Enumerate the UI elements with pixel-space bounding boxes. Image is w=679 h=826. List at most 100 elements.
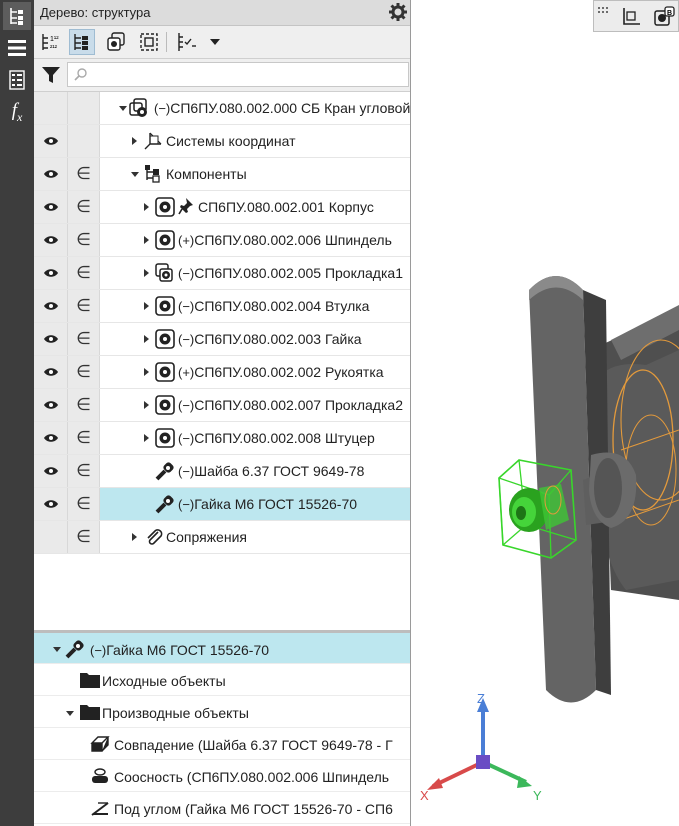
part-icon: [155, 296, 175, 319]
include-icon[interactable]: ∈: [68, 356, 100, 388]
expand-arrow-icon[interactable]: [132, 137, 137, 145]
tree-row-components[interactable]: ∈ Компоненты: [34, 158, 410, 191]
expand-arrow-icon[interactable]: [144, 302, 149, 310]
coincidence-mate-icon: [90, 735, 110, 756]
eye-icon[interactable]: [43, 298, 59, 314]
include-icon[interactable]: ∈: [68, 455, 100, 487]
model-viewport[interactable]: B Z X Y: [411, 0, 679, 826]
expand-arrow-icon[interactable]: [144, 401, 149, 409]
chevron-down-icon[interactable]: [202, 29, 228, 55]
components-view-icon[interactable]: [103, 29, 129, 55]
include-icon[interactable]: ∈: [68, 158, 100, 190]
include-icon[interactable]: ∈: [68, 191, 100, 223]
expand-arrow-icon[interactable]: [144, 236, 149, 244]
pin-icon: [178, 197, 194, 218]
structure-tree-icon[interactable]: [69, 29, 95, 55]
relations-row[interactable]: Исходные объекты: [34, 665, 410, 696]
relations-row[interactable]: Производные объекты: [34, 697, 410, 728]
eye-icon[interactable]: [43, 232, 59, 248]
include-icon[interactable]: ∈: [68, 422, 100, 454]
collapse-arrow-icon[interactable]: [119, 106, 127, 111]
filter-icon[interactable]: [41, 65, 61, 88]
z-axis-label: Z: [477, 691, 485, 706]
tree-row-part[interactable]: ∈ (+)СП6ПУ.080.002.002 Рукоятка: [34, 356, 410, 389]
gear-icon[interactable]: [389, 3, 407, 24]
tree-row-standard-part[interactable]: ∈ (−)Шайба 6.37 ГОСТ 9649-78: [34, 455, 410, 488]
eye-icon[interactable]: [43, 397, 59, 413]
properties-list-icon[interactable]: [3, 66, 31, 94]
relations-row[interactable]: Под углом (Гайка М6 ГОСТ 15526-70 - СП6: [34, 793, 410, 824]
tree-panel: Дерево: структура 1¹² ²¹² (−)СП6ПУ.080.0…: [34, 0, 411, 826]
tree-row-part[interactable]: ∈ (−)СП6ПУ.080.002.007 Прокладка2: [34, 389, 410, 422]
expand-arrow-icon[interactable]: [144, 335, 149, 343]
eye-icon[interactable]: [43, 199, 59, 215]
include-icon[interactable]: ∈: [68, 224, 100, 256]
tree-row-mates[interactable]: ∈ Сопряжения: [34, 521, 410, 554]
tree-structure-tab-icon[interactable]: [3, 2, 31, 30]
tree-item-label: (+)СП6ПУ.080.002.002 Рукоятка: [178, 364, 384, 380]
expand-arrow-icon[interactable]: [144, 269, 149, 277]
menu-icon[interactable]: [3, 34, 31, 62]
expand-arrow-icon[interactable]: [132, 533, 137, 541]
include-icon[interactable]: ∈: [68, 257, 100, 289]
include-icon[interactable]: ∈: [68, 521, 100, 553]
tree-row-standard-part-selected[interactable]: ∈ (−)Гайка М6 ГОСТ 15526-70: [34, 488, 410, 521]
part-icon: [155, 329, 175, 352]
include-icon[interactable]: ∈: [68, 389, 100, 421]
part-icon: [155, 197, 175, 220]
eye-icon[interactable]: [43, 265, 59, 281]
sort-numbers-icon[interactable]: 1¹² ²¹²: [38, 29, 64, 55]
eye-icon[interactable]: [43, 364, 59, 380]
expand-arrow-icon[interactable]: [144, 368, 149, 376]
tree-toolbar: 1¹² ²¹²: [34, 26, 410, 59]
tree-row-part[interactable]: ∈ СП6ПУ.080.002.001 Корпус: [34, 191, 410, 224]
fastener-icon: [155, 461, 175, 484]
variables-fx-icon[interactable]: fx: [3, 98, 31, 126]
relations-row[interactable]: Соосность (СП6ПУ.080.002.006 Шпиндель: [34, 761, 410, 792]
relations-item-label: Под углом (Гайка М6 ГОСТ 15526-70 - СП6: [114, 801, 393, 817]
relations-row-selected[interactable]: (−)Гайка М6 ГОСТ 15526-70: [34, 633, 410, 664]
subassembly-icon: [155, 263, 177, 288]
part-icon: [155, 395, 175, 418]
svg-text:1¹²: 1¹²: [50, 36, 59, 43]
eye-icon[interactable]: [43, 331, 59, 347]
fastener-icon: [65, 639, 85, 662]
filter-bar: [34, 59, 410, 92]
tree-row-coordinate-systems[interactable]: Системы координат: [34, 125, 410, 158]
tree-item-label: (−)СП6ПУ.080.002.000 СБ Кран угловой: [154, 100, 411, 116]
tree-row-part[interactable]: ∈ (−)СП6ПУ.080.002.003 Гайка: [34, 323, 410, 356]
paperclip-icon: [144, 527, 164, 550]
tree-item-label: Системы координат: [166, 133, 296, 149]
include-icon[interactable]: ∈: [68, 290, 100, 322]
filter-tree-icon[interactable]: [174, 29, 200, 55]
include-icon[interactable]: ∈: [68, 323, 100, 355]
eye-icon[interactable]: [43, 166, 59, 182]
expand-arrow-icon[interactable]: [144, 434, 149, 442]
collapse-arrow-icon[interactable]: [53, 647, 61, 652]
include-icon[interactable]: ∈: [68, 488, 100, 520]
tree-row-part[interactable]: ∈ (−)СП6ПУ.080.002.005 Прокладка1: [34, 257, 410, 290]
concentric-mate-icon: [90, 767, 110, 788]
tree-row-part[interactable]: ∈ (−)СП6ПУ.080.002.004 Втулка: [34, 290, 410, 323]
tree-row-root[interactable]: (−)СП6ПУ.080.002.000 СБ Кран угловой: [34, 92, 410, 125]
eye-icon[interactable]: [43, 430, 59, 446]
panel-title-bar: Дерево: структура: [34, 0, 410, 26]
collapse-arrow-icon[interactable]: [66, 711, 74, 716]
relations-item-label: Соосность (СП6ПУ.080.002.006 Шпиндель: [114, 769, 390, 785]
selection-box-icon[interactable]: [136, 29, 162, 55]
part-icon: [155, 428, 175, 451]
tree-row-part[interactable]: ∈ (+)СП6ПУ.080.002.006 Шпиндель: [34, 224, 410, 257]
eye-icon[interactable]: [43, 133, 59, 149]
relations-item-label: (−)Гайка М6 ГОСТ 15526-70: [90, 642, 270, 658]
search-input[interactable]: [67, 62, 409, 87]
tree-item-label: (−)Гайка М6 ГОСТ 15526-70: [178, 496, 358, 512]
relations-row[interactable]: Совпадение (Шайба 6.37 ГОСТ 9649-78 - Г: [34, 729, 410, 760]
tree-row-part[interactable]: ∈ (−)СП6ПУ.080.002.008 Штуцер: [34, 422, 410, 455]
eye-icon[interactable]: [43, 496, 59, 512]
angle-mate-icon: [90, 799, 110, 820]
eye-icon[interactable]: [43, 463, 59, 479]
fastener-icon: [155, 494, 175, 517]
tree-item-label: Сопряжения: [166, 529, 247, 545]
collapse-arrow-icon[interactable]: [131, 172, 139, 177]
expand-arrow-icon[interactable]: [144, 203, 149, 211]
